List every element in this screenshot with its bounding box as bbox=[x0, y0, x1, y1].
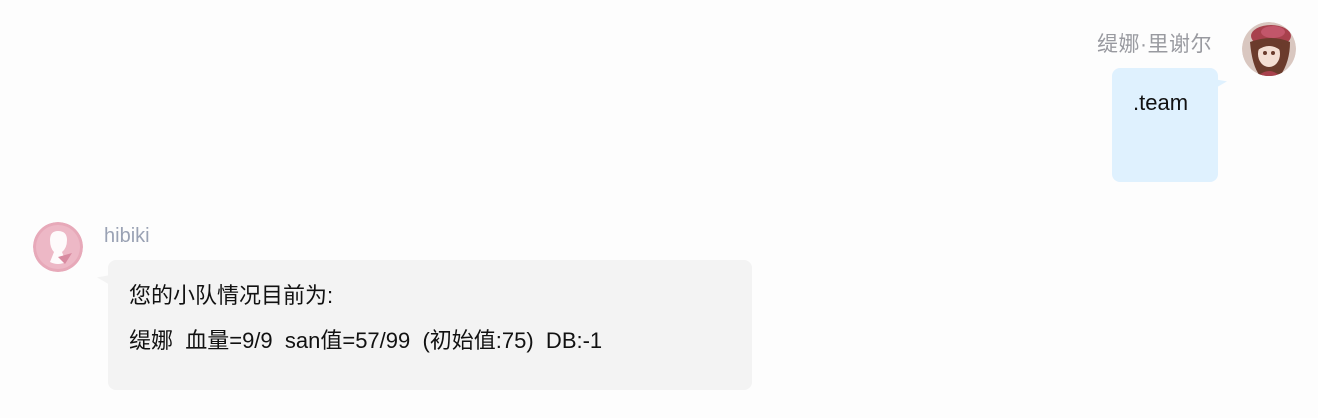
message-text: .team bbox=[1133, 90, 1189, 115]
avatar-pink-silhouette-icon[interactable] bbox=[33, 222, 83, 272]
message-bubble[interactable]: 您的小队情况目前为: 缇娜 血量=9/9 san值=57/99 (初始值:75)… bbox=[108, 260, 752, 390]
message-line: 缇娜 血量=9/9 san值=57/99 (初始值:75) DB:-1 bbox=[129, 328, 603, 353]
chat-log: 缇娜·里谢尔 .team hibiki 您的小队情况目前为: 缇娜 血量=9/9… bbox=[0, 0, 1318, 418]
message-line: 您的小队情况目前为: bbox=[129, 283, 334, 308]
message-bubble[interactable]: .team bbox=[1112, 68, 1218, 182]
sender-name: 缇娜·里谢尔 bbox=[1097, 33, 1212, 56]
sender-name: hibiki bbox=[104, 225, 150, 247]
avatar-anime-girl-icon[interactable] bbox=[1242, 22, 1296, 76]
